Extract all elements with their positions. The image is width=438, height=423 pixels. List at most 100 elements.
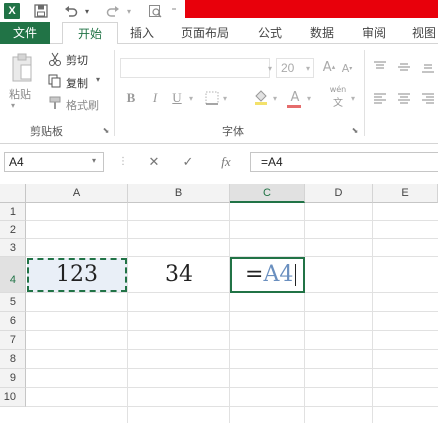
fill-color-dropdown-icon[interactable]: ▾ (270, 92, 280, 104)
paste-button-label[interactable]: 粘贴 (9, 86, 31, 102)
row-header-4[interactable]: 4 (0, 257, 26, 293)
row-header-7[interactable]: 7 (0, 331, 26, 350)
column-header-e[interactable]: E (373, 184, 438, 203)
column-header-b[interactable]: B (128, 184, 230, 203)
cell-c4-editor[interactable]: =A4 (245, 259, 297, 291)
print-preview-icon[interactable] (146, 2, 164, 20)
row-header-5[interactable]: 5 (0, 293, 26, 312)
cancel-formula-button[interactable]: ✕ (140, 152, 168, 172)
font-name-dropdown-icon[interactable]: ▾ (264, 62, 276, 74)
gridline (26, 368, 438, 369)
row-header-8[interactable]: 8 (0, 350, 26, 369)
name-box-dropdown-icon[interactable]: ▾ (92, 156, 96, 165)
column-header-d[interactable]: D (305, 184, 373, 203)
save-icon[interactable] (32, 2, 50, 20)
tab-view[interactable]: 视图 (406, 22, 438, 44)
excel-logo-icon: X (4, 3, 20, 19)
gridline (229, 203, 230, 423)
font-size-dropdown-icon[interactable]: ▾ (302, 62, 314, 74)
tab-page-layout[interactable]: 页面布局 (170, 22, 240, 44)
row-header-1[interactable]: 1 (0, 203, 26, 221)
fill-color-icon[interactable] (252, 88, 270, 106)
font-group-label: 字体 (222, 125, 244, 138)
row-header-3[interactable]: 3 (0, 239, 26, 257)
tab-home[interactable]: 开始 (62, 22, 118, 45)
clipboard-group-label: 剪贴板 (30, 125, 63, 138)
align-left-icon[interactable] (372, 92, 388, 106)
dialog-launcher-icon[interactable]: ⬊ (101, 125, 111, 135)
underline-dropdown-icon[interactable]: ▾ (186, 92, 196, 104)
cell-c4-reference: A4 (263, 262, 294, 287)
grow-font-icon[interactable]: A ▴ (322, 58, 336, 76)
align-center-icon[interactable] (396, 92, 412, 106)
tab-insert[interactable]: 插入 (122, 22, 162, 44)
ribbon-home: 粘贴 ▾ 剪切 复制 ▾ 格式刷 剪贴板 ⬊ ▾ 20 ▾ A ▴ A ▾ B I … (0, 44, 438, 144)
paste-icon[interactable] (8, 52, 36, 84)
font-name-select[interactable] (120, 58, 270, 78)
redo-icon[interactable] (104, 2, 122, 20)
align-top-icon[interactable] (372, 60, 388, 74)
formula-bar: A4 ▾ ⋮ ✕ ✓ fx =A4 (0, 144, 438, 178)
bold-button[interactable]: B (124, 90, 138, 106)
gridline (26, 220, 438, 221)
shrink-font-icon[interactable]: A ▾ (340, 60, 354, 76)
cell-b4[interactable]: 34 (129, 260, 229, 290)
phonetic-guide-icon[interactable]: wén 文 (326, 85, 350, 109)
select-all-corner[interactable] (0, 184, 26, 203)
redo-dropdown-icon[interactable]: ▾ (124, 2, 134, 20)
copy-button[interactable]: 复制 (66, 75, 88, 91)
borders-icon[interactable] (204, 90, 220, 106)
gridline (304, 203, 305, 423)
cut-button[interactable]: 剪切 (66, 52, 88, 68)
copy-dropdown-icon[interactable]: ▾ (96, 75, 100, 84)
font-color-dropdown-icon[interactable]: ▾ (304, 92, 314, 104)
column-header-a[interactable]: A (26, 184, 128, 203)
row-header-2[interactable]: 2 (0, 221, 26, 239)
group-separator (114, 50, 115, 136)
row-header-9[interactable]: 9 (0, 369, 26, 388)
cut-icon[interactable] (48, 52, 62, 66)
gridline (127, 203, 128, 423)
column-header-c[interactable]: C (230, 184, 305, 203)
active-cell-c4[interactable]: =A4 (230, 257, 305, 293)
tab-file[interactable]: 文件 (0, 22, 50, 44)
name-box[interactable]: A4 (4, 152, 104, 172)
format-painter-icon[interactable] (48, 96, 62, 110)
format-painter-button[interactable]: 格式刷 (66, 97, 99, 113)
align-bottom-icon[interactable] (420, 60, 436, 74)
insert-function-button[interactable]: fx (212, 152, 240, 172)
tab-review[interactable]: 审阅 (354, 22, 394, 44)
gridline (26, 387, 438, 388)
undo-icon[interactable] (62, 2, 80, 20)
underline-button[interactable]: U (170, 90, 184, 106)
cell-c4-equals: = (245, 262, 264, 287)
formula-input[interactable]: =A4 (250, 152, 438, 172)
tab-formulas[interactable]: 公式 (250, 22, 290, 44)
phonetic-dropdown-icon[interactable]: ▾ (348, 92, 358, 104)
font-color-icon[interactable]: A (286, 88, 304, 106)
gridline (26, 406, 438, 407)
group-separator (364, 50, 365, 136)
title-bar: X ▾ ▾ ⁼ (0, 0, 438, 22)
align-right-icon[interactable] (420, 92, 436, 106)
paste-dropdown-icon[interactable]: ▾ (11, 101, 15, 110)
font-dialog-launcher-icon[interactable]: ⬊ (350, 125, 360, 135)
undo-dropdown-icon[interactable]: ▾ (82, 2, 92, 20)
font-color-swatch (287, 105, 301, 108)
gridline (372, 203, 373, 423)
formula-bar-grip-icon: ⋮ (118, 156, 128, 167)
qat-customize-icon[interactable]: ⁼ (170, 2, 178, 20)
align-middle-icon[interactable] (396, 60, 412, 74)
row-header-6[interactable]: 6 (0, 312, 26, 331)
row-header-10[interactable]: 10 (0, 388, 26, 407)
enter-formula-button[interactable]: ✓ (174, 152, 202, 172)
cell-a4[interactable]: 123 (28, 260, 126, 290)
tab-data[interactable]: 数据 (302, 22, 342, 44)
italic-button[interactable]: I (148, 90, 162, 106)
worksheet-grid: A B C D E 1 2 3 4 5 6 7 8 9 10 123 34 =A… (0, 184, 438, 423)
borders-dropdown-icon[interactable]: ▾ (220, 92, 230, 104)
copy-icon[interactable] (48, 74, 62, 88)
gridline (26, 330, 438, 331)
gridline (26, 311, 438, 312)
redaction-bar (185, 0, 438, 18)
